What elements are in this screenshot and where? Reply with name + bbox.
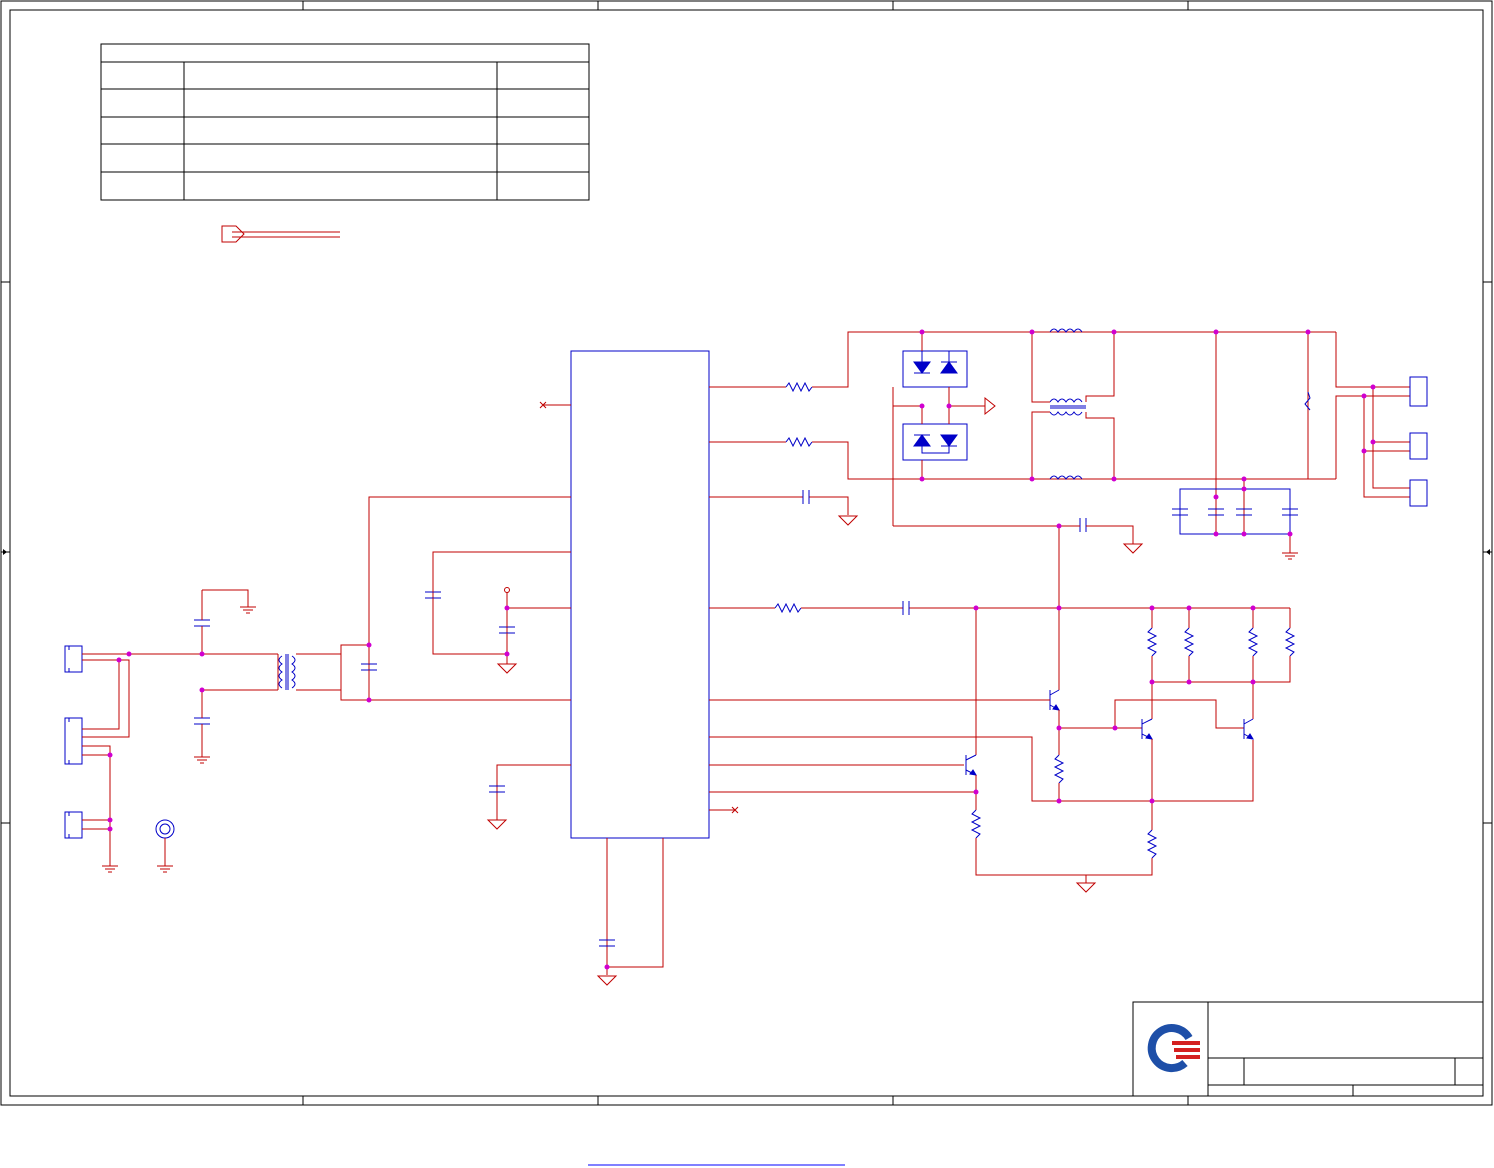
driver-stage bbox=[965, 608, 1296, 883]
schematic-sheet bbox=[0, 0, 1493, 1166]
left-wires bbox=[82, 589, 370, 866]
cap-leads bbox=[432, 552, 510, 664]
off-page-connector bbox=[221, 225, 340, 243]
main-ic bbox=[570, 350, 710, 839]
capacitors bbox=[194, 490, 1087, 947]
revision-table bbox=[100, 43, 590, 201]
junction-dots bbox=[107, 329, 1376, 970]
transformer bbox=[278, 654, 296, 690]
diode-array-top bbox=[902, 350, 968, 388]
diode-array-bottom bbox=[902, 423, 968, 461]
wires bbox=[340, 331, 1336, 975]
chokes bbox=[1031, 328, 1115, 480]
output-section bbox=[1172, 332, 1428, 553]
company-logo bbox=[1147, 1024, 1200, 1073]
sheet-border bbox=[0, 0, 1493, 1106]
ground-symbols bbox=[102, 396, 1298, 986]
